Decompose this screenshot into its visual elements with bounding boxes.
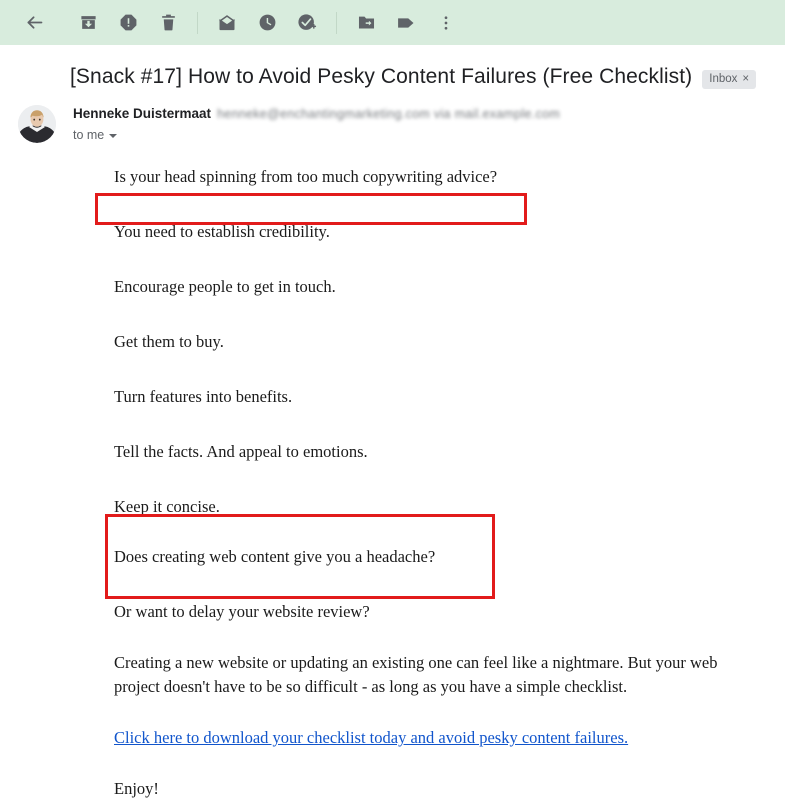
closing-text: Enjoy! [114,779,159,799]
tag-icon [396,13,416,33]
toolbar-divider-2 [336,11,337,34]
back-arrow-icon [24,12,45,33]
mark-unread-button[interactable] [207,3,247,43]
add-to-tasks-button[interactable] [287,3,327,43]
sender-line: Henneke Duistermaat henneke@enchantingma… [73,106,560,121]
check-plus-icon [297,13,317,33]
inbox-chip-label: Inbox [709,72,738,85]
page-title: [Snack #17] How to Avoid Pesky Content F… [70,65,693,88]
mail-toolbar [0,0,785,45]
body-paragraph: Creating a new website or updating an ex… [114,653,718,697]
sender-email: henneke@enchantingmarketing.com via mail… [217,107,561,121]
more-vertical-icon [437,14,455,32]
clock-icon [258,13,277,32]
body-paragraph: Keep it concise. [114,496,220,516]
chevron-down-icon [109,134,118,138]
back-button[interactable] [14,3,54,43]
sender-meta: Henneke Duistermaat henneke@enchantingma… [73,105,560,144]
body-paragraph: Turn features into benefits. [114,386,293,406]
body-paragraph: Get them to buy. [114,331,224,351]
body-paragraph: Tell the facts. And appeal to emotions. [114,441,368,461]
email-body: Is your head spinning from too much copy… [0,144,785,804]
move-to-button[interactable] [346,3,386,43]
recipient-toggle[interactable]: to me [73,128,118,142]
toolbar-divider-1 [197,11,198,34]
labels-button[interactable] [386,3,426,43]
download-link-paragraph: Click here to download your checklist to… [114,723,755,753]
body-paragraph: Encourage people to get in touch. [114,276,336,296]
close-icon[interactable]: × [742,73,749,85]
sender-name[interactable]: Henneke Duistermaat [73,106,211,121]
folder-arrow-icon [357,13,376,32]
body-paragraph: Does creating web content give you a hea… [114,547,436,567]
avatar[interactable] [18,105,56,143]
download-checklist-link[interactable]: Click here to download your checklist to… [114,728,628,747]
body-paragraph: Or want to delay your website review? [114,602,370,622]
body-paragraph: You need to establish credibility. [114,221,330,241]
archive-button[interactable] [68,3,108,43]
status-badge: Inbox × [702,69,757,89]
trash-icon [159,13,178,32]
envelope-icon [217,13,237,33]
delete-button[interactable] [148,3,188,43]
subject-row: [Snack #17] How to Avoid Pesky Content F… [0,45,785,89]
recipient-label: to me [73,128,105,142]
more-button[interactable] [426,3,466,43]
report-spam-button[interactable] [108,3,148,43]
sender-row: Henneke Duistermaat henneke@enchantingma… [0,89,785,144]
archive-icon [79,13,98,32]
body-paragraph: Is your head spinning from too much copy… [114,167,498,186]
snooze-button[interactable] [247,3,287,43]
report-spam-icon [119,13,138,32]
